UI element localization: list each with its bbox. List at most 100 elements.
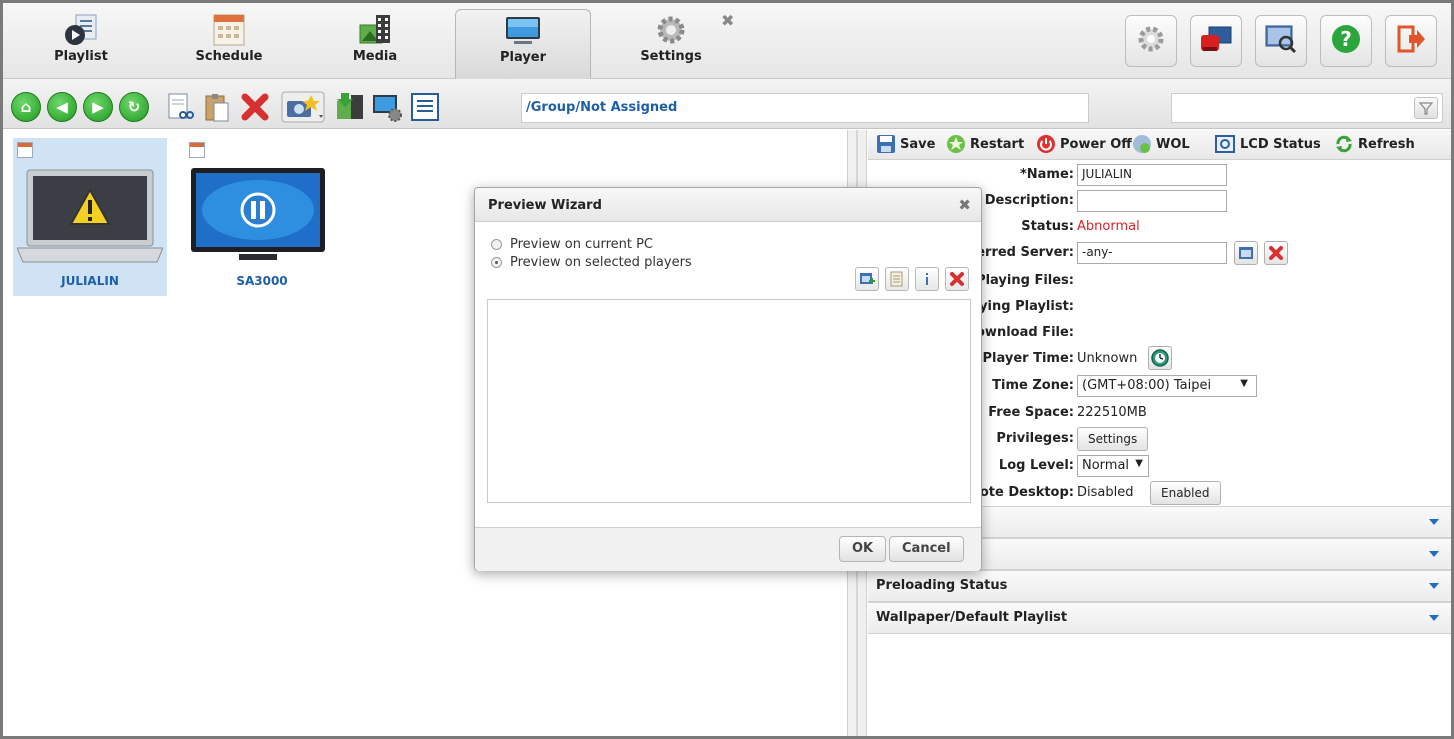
- name-field[interactable]: JULIALIN: [1077, 164, 1227, 186]
- option-label: Preview on current PC: [510, 236, 654, 252]
- alarm-icon: [1199, 23, 1233, 59]
- playlist-icon: [62, 13, 100, 47]
- chevron-down-icon: [1429, 551, 1439, 557]
- player-item-julialin[interactable]: JULIALIN: [13, 138, 167, 296]
- logout-button[interactable]: [1385, 15, 1437, 67]
- close-icon[interactable]: ✖: [721, 11, 734, 30]
- toolbar: ⌂ ◀ ▶ ↻ /Group/Not Assigned: [3, 79, 1451, 129]
- screen-search-button[interactable]: [1255, 15, 1307, 67]
- tab-label: Settings: [640, 49, 702, 64]
- ok-button[interactable]: OK: [839, 536, 887, 562]
- paste-icon: [205, 94, 229, 122]
- film-download-icon: [337, 93, 363, 119]
- tab-settings[interactable]: Settings: [605, 9, 737, 77]
- log-level-label: Log Level:: [998, 458, 1074, 473]
- lcd-status-button[interactable]: LCD Status: [1214, 134, 1321, 154]
- reload-button[interactable]: ↻: [119, 92, 149, 122]
- wol-button[interactable]: WOL: [1132, 134, 1190, 154]
- option-label: Preview on selected players: [510, 254, 692, 270]
- accordion-preloading-status[interactable]: Preloading Status: [868, 570, 1451, 602]
- monitor-icon: [504, 14, 542, 48]
- player-settings-button[interactable]: [371, 91, 403, 123]
- delete-icon: [241, 93, 269, 121]
- preview-selected-players-option[interactable]: Preview on selected players: [491, 253, 791, 271]
- sync-time-button[interactable]: [1148, 346, 1172, 370]
- cancel-button[interactable]: Cancel: [889, 536, 964, 562]
- details-toolbar: Save Restart Power Off WOL LCD Status Re…: [868, 130, 1451, 160]
- tab-player[interactable]: Player: [455, 9, 591, 79]
- tab-playlist[interactable]: Playlist: [15, 9, 147, 77]
- log-level-value: Normal: [1082, 458, 1130, 473]
- filter-button[interactable]: [1414, 97, 1438, 119]
- clear-server-button[interactable]: [1264, 241, 1288, 265]
- arrow-left-icon: ◀: [56, 98, 68, 116]
- chevron-down-icon: [1429, 615, 1439, 621]
- radio-button[interactable]: [491, 238, 502, 250]
- privileges-label: Privileges:: [996, 431, 1074, 446]
- delete-button[interactable]: [239, 91, 271, 123]
- free-space-label: Free Space:: [988, 405, 1074, 420]
- enable-remote-desktop-button[interactable]: Enabled: [1150, 481, 1221, 505]
- save-label: Save: [900, 136, 936, 152]
- time-zone-select[interactable]: (GMT+08:00) Taipei ▼: [1077, 375, 1257, 397]
- tab-label: Player: [499, 50, 547, 65]
- add-window-icon: [860, 273, 875, 284]
- select-server-button[interactable]: [1234, 241, 1258, 265]
- preview-current-pc-option[interactable]: Preview on current PC: [491, 235, 791, 253]
- log-level-select[interactable]: Normal ▼: [1077, 455, 1149, 477]
- list-view-button[interactable]: [409, 91, 441, 123]
- download-media-button[interactable]: [333, 91, 365, 123]
- time-zone-label: Time Zone:: [992, 378, 1074, 393]
- remote-desktop-value: Disabled: [1077, 485, 1134, 500]
- gear-icon: [652, 13, 690, 47]
- refresh-icon: [1336, 135, 1352, 153]
- accordion-title: Wallpaper/Default Playlist: [876, 610, 1068, 625]
- player-time-label: Player Time:: [982, 351, 1074, 366]
- edit-list-icon: [890, 271, 903, 287]
- restart-button[interactable]: Restart: [946, 134, 1024, 154]
- search-input[interactable]: [1171, 93, 1443, 123]
- description-field[interactable]: [1077, 190, 1227, 212]
- forward-button[interactable]: ▶: [83, 92, 113, 122]
- preferred-server-field[interactable]: -any-: [1077, 242, 1227, 264]
- radio-button-selected[interactable]: [491, 256, 502, 268]
- cut-button[interactable]: [163, 91, 195, 123]
- playing-files-label: Playing Files:: [976, 273, 1074, 288]
- remove-player-button[interactable]: [945, 267, 969, 291]
- selected-players-list[interactable]: [487, 299, 971, 503]
- refresh-button[interactable]: Refresh: [1334, 134, 1415, 154]
- paste-button[interactable]: [201, 91, 233, 123]
- info-button[interactable]: [915, 267, 939, 291]
- home-button[interactable]: ⌂: [11, 92, 41, 122]
- power-icon: [1037, 135, 1055, 153]
- alarm-button[interactable]: [1190, 15, 1242, 67]
- save-button[interactable]: Save: [876, 134, 935, 154]
- tab-label: Schedule: [195, 49, 263, 64]
- back-button[interactable]: ◀: [47, 92, 77, 122]
- calendar-icon: [210, 13, 248, 47]
- close-icon[interactable]: ✖: [958, 196, 971, 214]
- privileges-settings-button[interactable]: Settings: [1077, 427, 1149, 451]
- edit-list-button[interactable]: [885, 267, 909, 291]
- cut-icon: [168, 93, 194, 119]
- accordion-wallpaper-default-playlist[interactable]: Wallpaper/Default Playlist: [868, 602, 1451, 634]
- add-player-button[interactable]: [855, 267, 879, 291]
- player-name: SA3000: [236, 274, 288, 288]
- tab-label: Media: [352, 49, 398, 64]
- lcd-status-label: LCD Status: [1240, 136, 1321, 152]
- accordion-title: Preloading Status: [876, 578, 1008, 593]
- help-button[interactable]: ?: [1320, 15, 1372, 67]
- player-item-sa3000[interactable]: SA3000: [185, 138, 339, 296]
- tab-media[interactable]: Media: [309, 9, 441, 77]
- restart-label: Restart: [970, 136, 1025, 152]
- app-window: Playlist Schedule Media Player Settings …: [0, 0, 1454, 739]
- tab-schedule[interactable]: Schedule: [163, 9, 295, 77]
- settings-button[interactable]: [1125, 15, 1177, 67]
- camera-icon: [281, 91, 325, 123]
- chevron-down-icon: [1429, 519, 1439, 525]
- power-off-button[interactable]: Power Off: [1036, 134, 1132, 154]
- screenshot-button[interactable]: [281, 91, 325, 123]
- chevron-down-icon: [1429, 583, 1439, 589]
- free-space-value: 222510MB: [1077, 405, 1147, 420]
- lcd-status-icon: [1215, 135, 1235, 153]
